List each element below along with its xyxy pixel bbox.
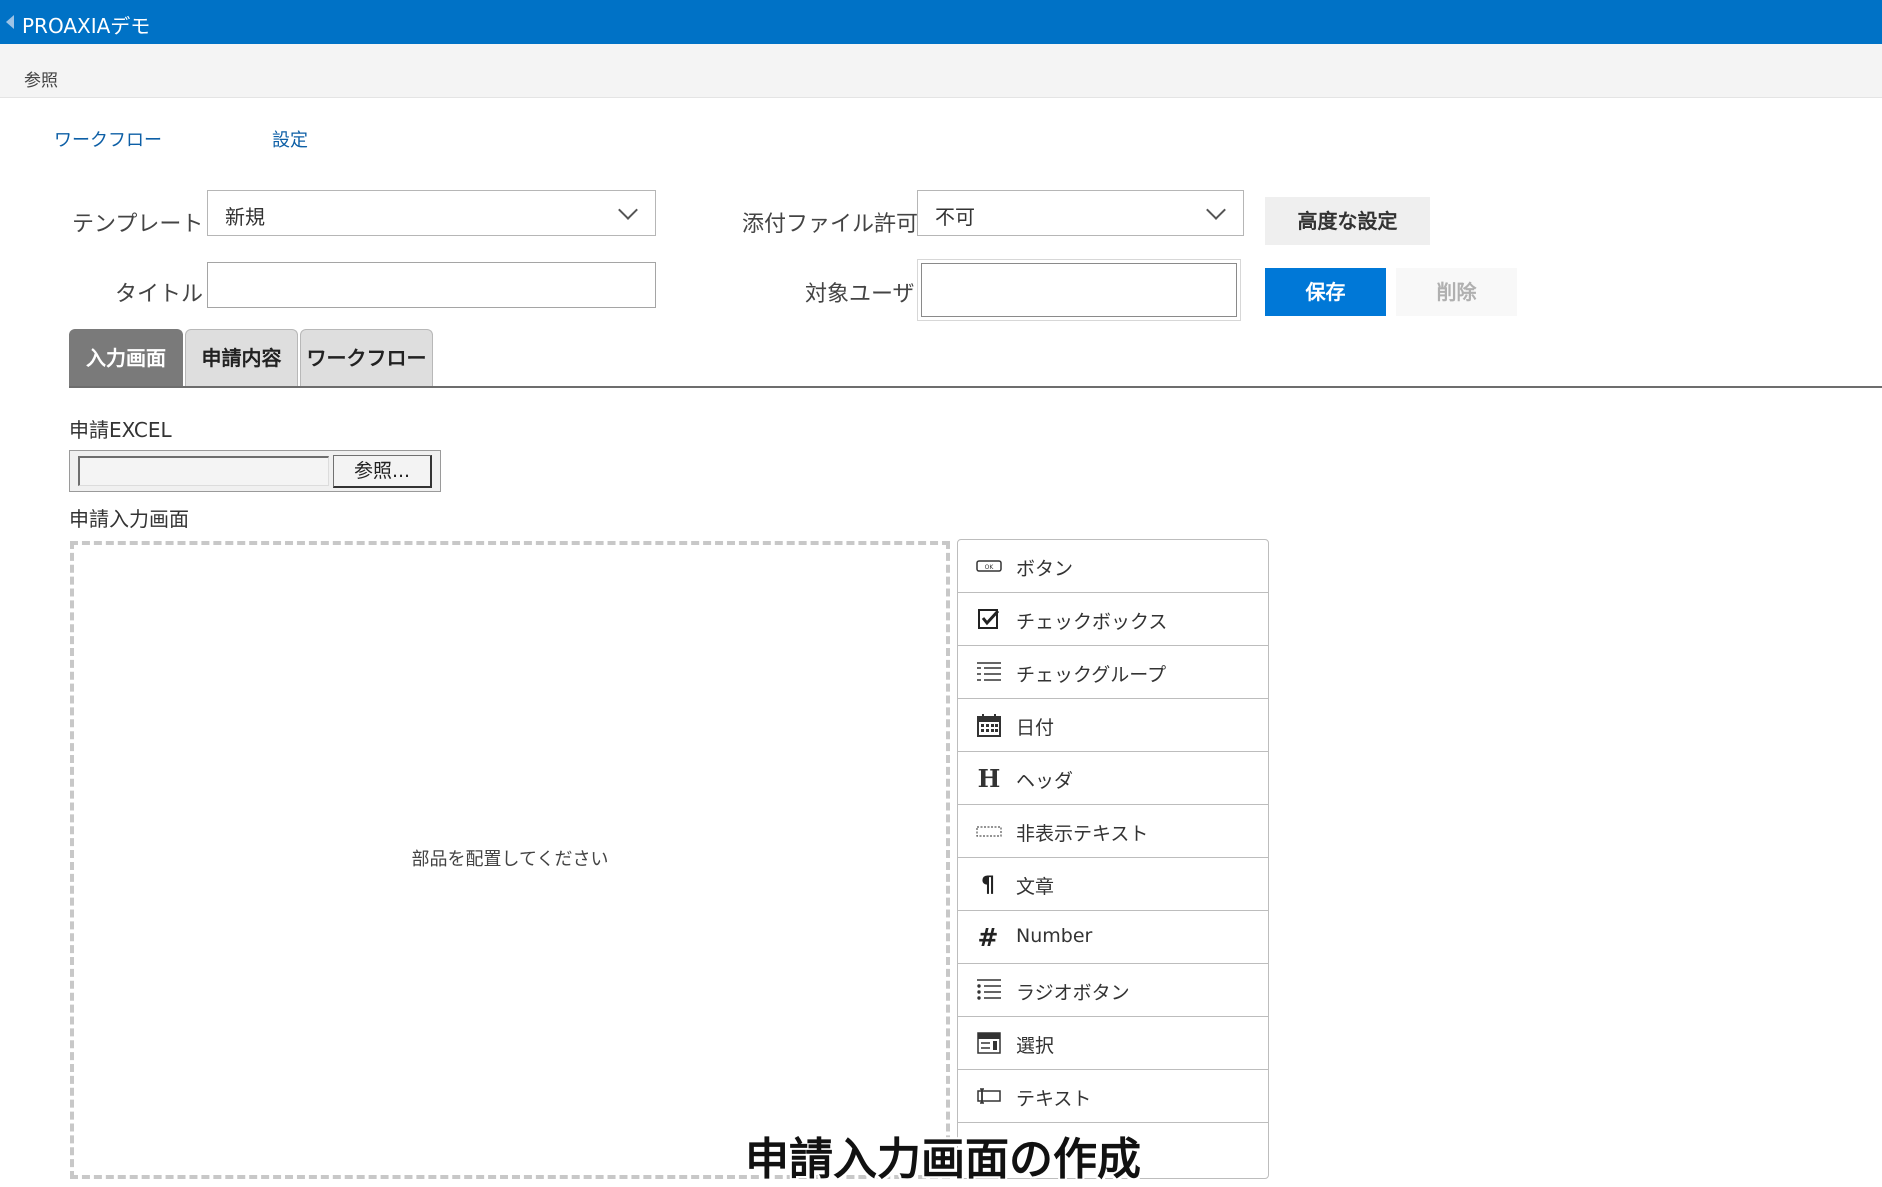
excel-file-path[interactable] [78,456,329,486]
tab-application-content[interactable]: 申請内容 [185,329,298,386]
calendar-icon [977,714,1001,737]
palette-item-button[interactable]: OK ボタン [958,540,1268,593]
check-group-icon [977,662,1001,681]
template-select-value: 新規 [225,205,265,229]
tab-workflow[interactable]: ワークフロー [300,329,433,386]
checkbox-icon [978,609,1000,629]
excel-browse-button[interactable]: 参照... [333,455,432,488]
ribbon-bar: 参照 [0,44,1882,98]
target-user-input-field[interactable] [921,263,1237,317]
tab-divider [69,386,1882,388]
excel-label: 申請EXCEL [69,418,172,442]
palette-item-hidden-text[interactable]: 非表示テキスト [958,805,1268,858]
app-header: PROAXIAデモ [0,0,1882,44]
svg-text:H: H [978,765,1001,791]
svg-text:#: # [978,924,999,950]
delete-button[interactable]: 削除 [1396,268,1517,316]
title-input[interactable] [207,262,656,308]
advanced-settings-button[interactable]: 高度な設定 [1265,197,1430,245]
target-user-label: 対象ユーザ [805,282,915,307]
nav-settings-link[interactable]: 設定 [272,126,308,152]
component-palette: OK ボタン チェックボックス チェックグループ 日付 H ヘッダ 非表示テキス… [957,539,1269,1179]
nav-workflow-link[interactable]: ワークフロー [54,126,162,152]
save-button[interactable]: 保存 [1265,268,1386,316]
template-select[interactable]: 新規 [207,190,656,236]
palette-item-header[interactable]: H ヘッダ [958,752,1268,805]
excel-file-picker: 参照... [69,450,441,492]
chevron-down-icon [1206,200,1226,220]
palette-item-date[interactable]: 日付 [958,699,1268,752]
input-screen-label: 申請入力画面 [69,507,189,531]
title-label: タイトル [115,282,204,307]
ribbon-tab-browse[interactable]: 参照 [24,66,58,91]
svg-text:OK: OK [985,564,995,571]
attach-label: 添付ファイル許可 [742,212,919,237]
svg-text:¶: ¶ [981,873,995,897]
number-icon: # [978,924,999,950]
paragraph-icon: ¶ [981,873,995,897]
chevron-down-icon [618,200,638,220]
palette-item-select[interactable]: 選択 [958,1017,1268,1070]
template-label: テンプレート [72,212,204,237]
target-user-input[interactable] [917,259,1241,321]
palette-item-text[interactable]: テキスト [958,1070,1268,1123]
radio-list-icon [977,979,1001,1000]
palette-item-radio[interactable]: ラジオボタン [958,964,1268,1017]
app-title[interactable]: PROAXIAデモ [22,10,150,39]
tab-input-screen[interactable]: 入力画面 [69,329,183,386]
palette-item-number[interactable]: # Number [958,911,1268,964]
back-arrow-icon[interactable] [6,15,14,29]
palette-item-check-group[interactable]: チェックグループ [958,646,1268,699]
palette-item-paragraph[interactable]: ¶ 文章 [958,858,1268,911]
attach-select[interactable]: 不可 [917,190,1244,236]
button-icon: OK [976,560,1002,572]
form-drop-zone[interactable]: 部品を配置してください [70,541,950,1179]
drop-zone-hint: 部品を配置してください [411,849,609,870]
text-input-icon [977,1088,1001,1104]
header-icon: H [978,765,1001,791]
select-icon [977,1032,1001,1054]
video-caption: 申請入力画面の作成 [745,1134,1141,1185]
hidden-text-icon [976,826,1002,837]
palette-item-checkbox[interactable]: チェックボックス [958,593,1268,646]
attach-select-value: 不可 [935,205,975,229]
